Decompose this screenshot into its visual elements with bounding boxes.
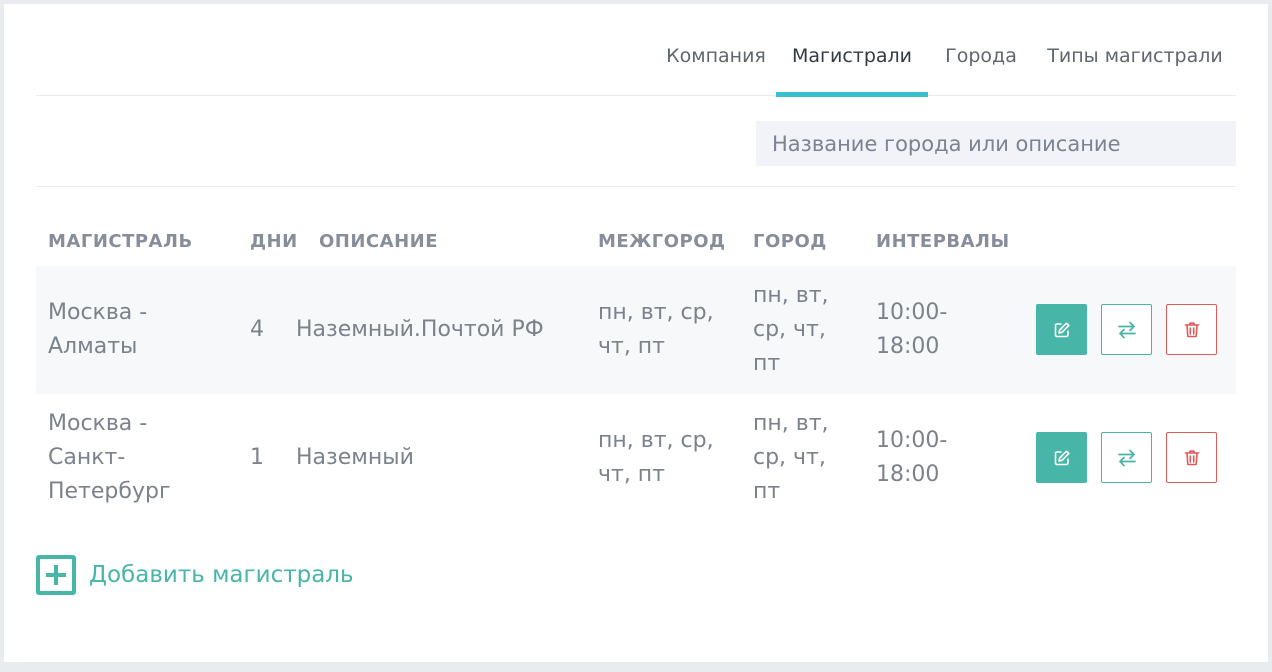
header-city: ГОРОД: [753, 231, 827, 252]
swap-icon: [1117, 449, 1136, 466]
delete-button[interactable]: [1166, 432, 1217, 483]
trash-icon: [1184, 321, 1199, 337]
header-intervals: ИНТЕРВАЛЫ: [876, 231, 1010, 252]
swap-button[interactable]: [1101, 304, 1152, 355]
cell-city: пн, вт, ср, чт, пт: [753, 283, 829, 376]
cell-days: 4: [250, 317, 264, 342]
swap-icon: [1117, 321, 1136, 338]
edit-icon: [1054, 449, 1070, 465]
header-days: ДНИ: [250, 231, 298, 252]
cell-intercity: пн, вт, ср, чт, пт: [598, 300, 714, 359]
table-row: Москва - Алматы 4 Наземный.Почтой РФ пн,…: [36, 266, 1236, 394]
plus-square-icon: [36, 555, 76, 595]
cell-description: Наземный.Почтой РФ: [296, 317, 544, 342]
header-route: МАГИСТРАЛЬ: [48, 231, 193, 252]
tabs-bar: Компания Магистрали Города Типы магистра…: [36, 4, 1236, 97]
tab-cities[interactable]: Города: [928, 4, 1034, 96]
routes-table: МАГИСТРАЛЬ ДНИ ОПИСАНИЕ МЕЖГОРОД ГОРОД И…: [36, 187, 1236, 522]
cell-route: Москва - Санкт-Петербург: [48, 411, 171, 504]
routes-card: Компания Магистрали Города Типы магистра…: [4, 4, 1268, 662]
add-route-button[interactable]: Добавить магистраль: [36, 555, 354, 595]
cell-intervals: 10:00-18:00: [876, 428, 948, 487]
header-description: ОПИСАНИЕ: [319, 231, 438, 252]
edit-button[interactable]: [1036, 432, 1087, 483]
table-row: Москва - Санкт-Петербург 1 Наземный пн, …: [36, 394, 1236, 522]
cell-city: пн, вт, ср, чт, пт: [753, 411, 829, 504]
add-route-label: Добавить магистраль: [89, 562, 354, 588]
cell-intervals: 10:00-18:00: [876, 300, 948, 359]
edit-button[interactable]: [1036, 304, 1087, 355]
delete-button[interactable]: [1166, 304, 1217, 355]
tab-company[interactable]: Компания: [656, 4, 776, 96]
tab-route-types[interactable]: Типы магистрали: [1034, 4, 1236, 96]
cell-route: Москва - Алматы: [48, 300, 148, 359]
header-intercity: МЕЖГОРОД: [598, 231, 726, 252]
tab-routes[interactable]: Магистрали: [776, 4, 928, 97]
swap-button[interactable]: [1101, 432, 1152, 483]
search-input[interactable]: [756, 121, 1236, 166]
table-header: МАГИСТРАЛЬ ДНИ ОПИСАНИЕ МЕЖГОРОД ГОРОД И…: [36, 187, 1236, 266]
cell-description: Наземный: [296, 445, 414, 470]
search-row: [36, 97, 1236, 187]
cell-intercity: пн, вт, ср, чт, пт: [598, 428, 714, 487]
cell-days: 1: [250, 445, 264, 470]
edit-icon: [1054, 321, 1070, 337]
trash-icon: [1184, 449, 1199, 465]
